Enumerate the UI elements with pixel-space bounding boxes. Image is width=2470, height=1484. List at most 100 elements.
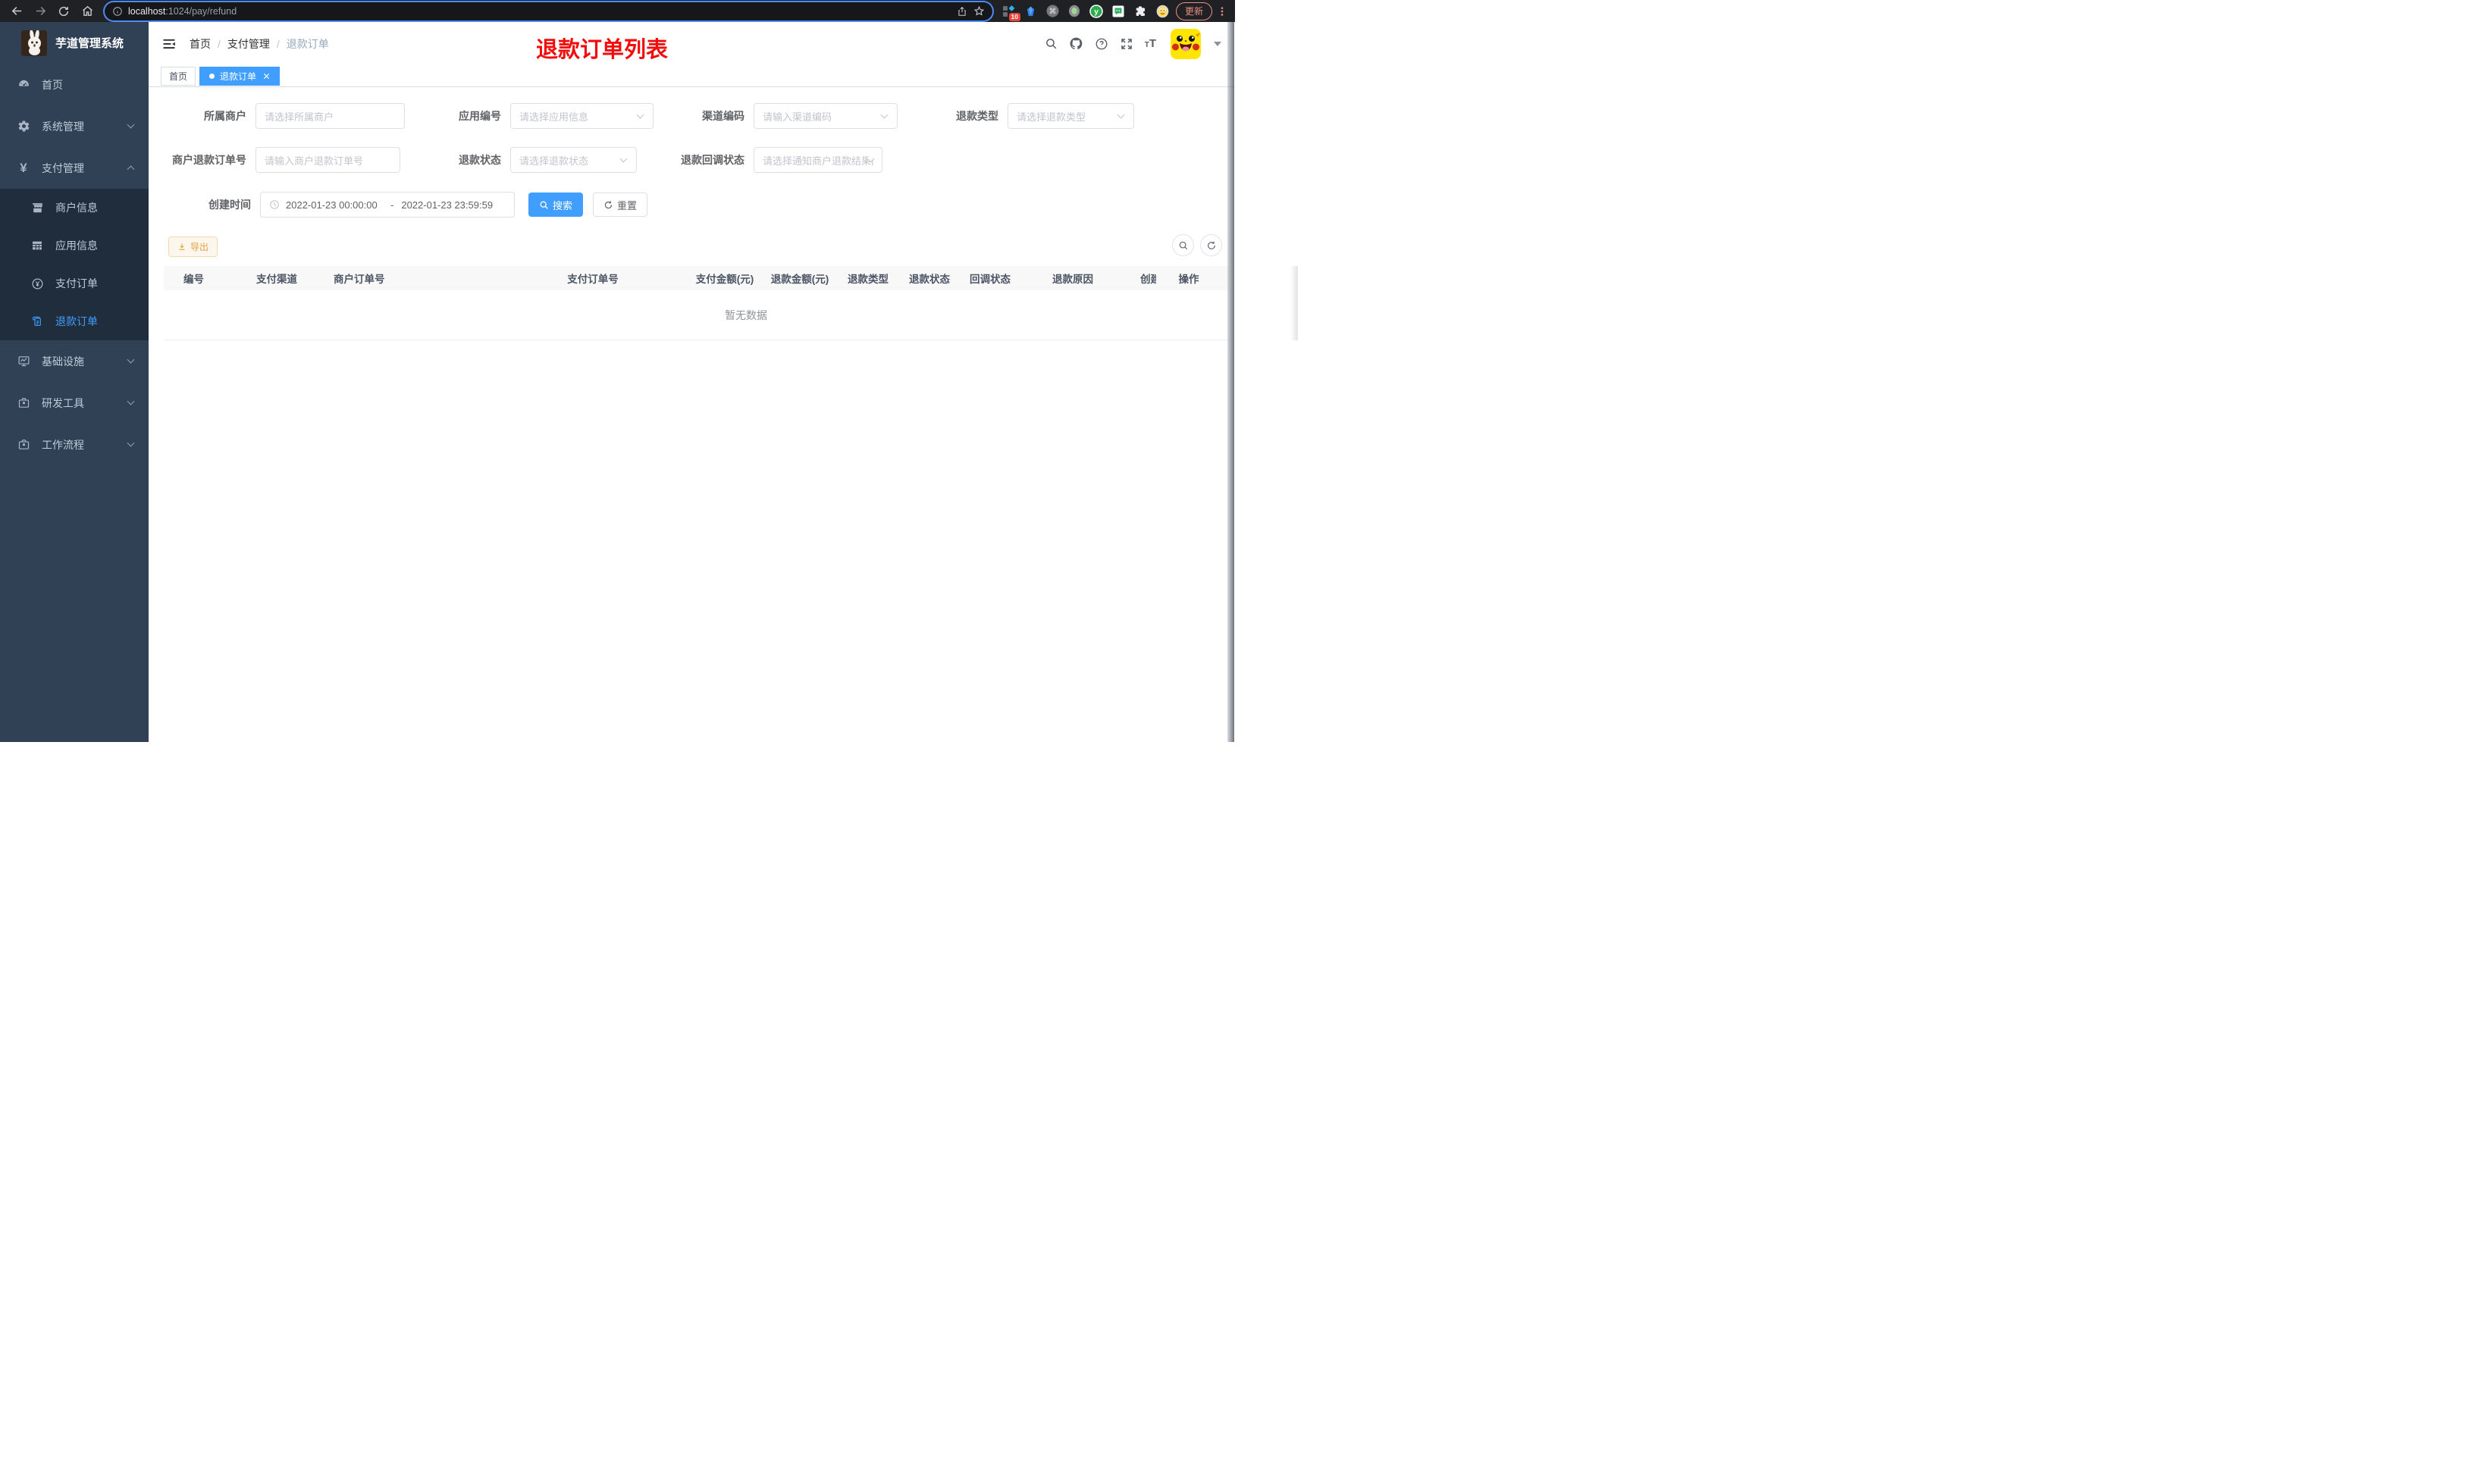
- dot-extension-icon[interactable]: [1067, 4, 1082, 18]
- tab-active-dot: [209, 74, 215, 79]
- home-icon[interactable]: [78, 2, 96, 20]
- sidebar-item-home[interactable]: 首页: [0, 64, 149, 105]
- chat-extension-icon[interactable]: [1111, 4, 1126, 18]
- app-select[interactable]: 请选择应用信息: [510, 103, 654, 129]
- sidebar-item-label: 首页: [42, 78, 63, 91]
- extensions-row: 10 ⌘ y: [1001, 4, 1170, 21]
- url-text: localhost:1024/pay/refund: [128, 6, 951, 17]
- sidebar-item-system[interactable]: 系统管理: [0, 105, 149, 147]
- export-button[interactable]: 导出: [168, 236, 218, 257]
- font-size-icon[interactable]: TT: [1145, 38, 1156, 49]
- breadcrumb-pay[interactable]: 支付管理: [227, 36, 270, 52]
- date-end-value: 2022-01-23 23:59:59: [401, 199, 494, 211]
- notify-status-select[interactable]: 请选择通知商户退款结果的: [754, 147, 882, 173]
- fullscreen-icon[interactable]: [1120, 37, 1133, 51]
- back-icon[interactable]: [8, 2, 26, 20]
- avatar-caret-icon[interactable]: [1214, 41, 1221, 46]
- column-header: 退款原因: [1052, 274, 1093, 285]
- y-logo-extension-icon[interactable]: y: [1089, 4, 1104, 18]
- chevron-down-icon: [127, 397, 135, 405]
- yen-circle-icon: [30, 277, 44, 290]
- column-header: 支付金额(元): [695, 274, 754, 285]
- page-scrollbar[interactable]: [1227, 22, 1234, 742]
- url-path: :1024/pay/refund: [165, 5, 237, 17]
- avatar[interactable]: [1171, 28, 1201, 59]
- column-header: 操作: [1178, 274, 1199, 285]
- merchant-refund-no-input[interactable]: 请输入商户退款订单号: [255, 147, 400, 173]
- sidebar-item-merchant-info[interactable]: 商户信息: [0, 189, 149, 227]
- filter-channel-label: 渠道编码: [702, 110, 744, 122]
- filter-notify-status-label: 退款回调状态: [681, 154, 744, 166]
- store-icon: [30, 201, 44, 214]
- topbar: 首页 / 支付管理 / 退款订单 退款订单列表 TT: [149, 22, 1235, 65]
- url-bar[interactable]: localhost:1024/pay/refund: [105, 2, 992, 20]
- column-header: 退款状态: [909, 274, 950, 285]
- refund-status-select[interactable]: 请选择退款状态: [510, 147, 637, 173]
- puzzle-extensions-icon[interactable]: [1133, 4, 1148, 18]
- sidebar-item-pay-order[interactable]: 支付订单: [0, 265, 149, 302]
- chrome-update-button[interactable]: 更新: [1175, 2, 1212, 20]
- refund-type-select[interactable]: 请选择退款类型: [1008, 103, 1134, 129]
- reset-button[interactable]: 重置: [593, 193, 648, 217]
- chevron-down-icon: [619, 155, 628, 163]
- filter-create-time-label: 创建时间: [208, 199, 251, 211]
- url-host: localhost: [128, 5, 166, 17]
- chevron-down-icon: [636, 111, 644, 119]
- chevron-down-icon: [127, 121, 135, 129]
- svg-text:⌘: ⌘: [1049, 8, 1057, 16]
- breadcrumb-current: 退款订单: [286, 37, 329, 50]
- collapse-sidebar-icon[interactable]: [161, 36, 177, 52]
- monitor-chart-icon: [17, 355, 30, 368]
- date-range-input[interactable]: 2022-01-23 00:00:00 - 2022-01-23 23:59:5…: [260, 192, 515, 218]
- app-logo[interactable]: 芋道管理系统: [0, 22, 149, 64]
- sidebar-item-app-info[interactable]: 应用信息: [0, 227, 149, 265]
- chrome-menu-icon[interactable]: [1217, 5, 1227, 17]
- sidebar-item-pay[interactable]: ¥ 支付管理: [0, 147, 149, 189]
- channel-select[interactable]: 请输入渠道编码: [754, 103, 898, 129]
- sidebar-item-dev-tools[interactable]: 研发工具: [0, 382, 149, 424]
- merchant-select[interactable]: 请选择所属商户: [255, 103, 405, 129]
- column-header: 商户订单号: [334, 274, 385, 285]
- search-button[interactable]: 搜索: [528, 193, 584, 217]
- reload-icon[interactable]: [55, 2, 73, 20]
- sidebar-item-label: 退款订单: [55, 315, 98, 327]
- bookmark-star-icon[interactable]: [973, 5, 985, 17]
- extension-badge: 10: [1008, 12, 1020, 21]
- filter-refund-status-label: 退款状态: [459, 154, 501, 166]
- column-header: 支付订单号: [567, 274, 619, 285]
- command-extension-icon[interactable]: ⌘: [1045, 4, 1060, 18]
- sidebar-item-workflow[interactable]: 工作流程: [0, 424, 149, 465]
- sidebar-item-label: 支付管理: [42, 161, 84, 174]
- sidebar-item-label: 支付订单: [55, 277, 98, 290]
- breadcrumb-home[interactable]: 首页: [190, 36, 211, 52]
- filter-merchant-label: 所属商户: [204, 110, 246, 122]
- github-icon[interactable]: [1069, 36, 1083, 51]
- emoji-extension-icon[interactable]: [1155, 4, 1170, 18]
- table-body: 暂无数据: [164, 290, 1229, 340]
- tab-refund-order[interactable]: 退款订单: [199, 67, 281, 86]
- chevron-down-icon: [1117, 111, 1125, 119]
- sidebar-item-infra[interactable]: 基础设施: [0, 340, 149, 382]
- tab-manager-extension-icon[interactable]: 10: [1001, 4, 1020, 21]
- chevron-down-icon: [127, 355, 135, 364]
- document-copy-icon: [30, 315, 44, 328]
- search-icon[interactable]: [1045, 37, 1058, 50]
- forward-icon[interactable]: [31, 2, 49, 20]
- breadcrumb-separator: /: [218, 37, 221, 50]
- share-icon[interactable]: [957, 6, 967, 17]
- help-icon[interactable]: [1095, 37, 1108, 51]
- gem-extension-icon[interactable]: [1023, 4, 1038, 18]
- tab-close-icon[interactable]: [263, 73, 270, 80]
- refresh-icon[interactable]: [1200, 234, 1222, 256]
- sidebar-item-refund-order[interactable]: 退款订单: [0, 302, 149, 340]
- date-start-value: 2022-01-23 00:00:00: [286, 199, 378, 211]
- svg-text:y: y: [1095, 8, 1099, 16]
- tab-home[interactable]: 首页: [161, 67, 196, 86]
- page-title: 退款订单列表: [535, 38, 668, 62]
- site-info-icon[interactable]: [112, 6, 123, 17]
- filter-app-label: 应用编号: [459, 110, 501, 122]
- column-header: 退款金额(元): [770, 274, 829, 285]
- toggle-search-icon[interactable]: [1172, 234, 1194, 256]
- column-header: 支付渠道: [256, 274, 297, 285]
- content: 所属商户 请选择所属商户 应用编号 请选择应用信息 渠道编码 请输入渠道编码 退…: [149, 87, 1298, 742]
